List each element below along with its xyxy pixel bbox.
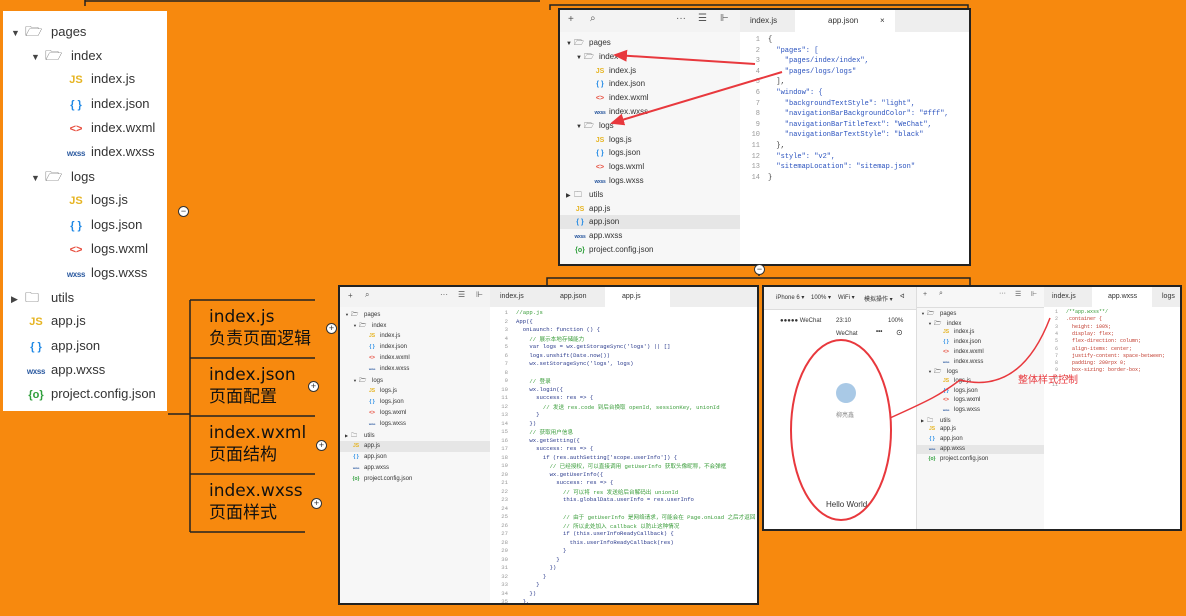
annotation-marks xyxy=(790,317,1051,521)
annotation-label: 整体样式控制 xyxy=(1018,375,1078,386)
